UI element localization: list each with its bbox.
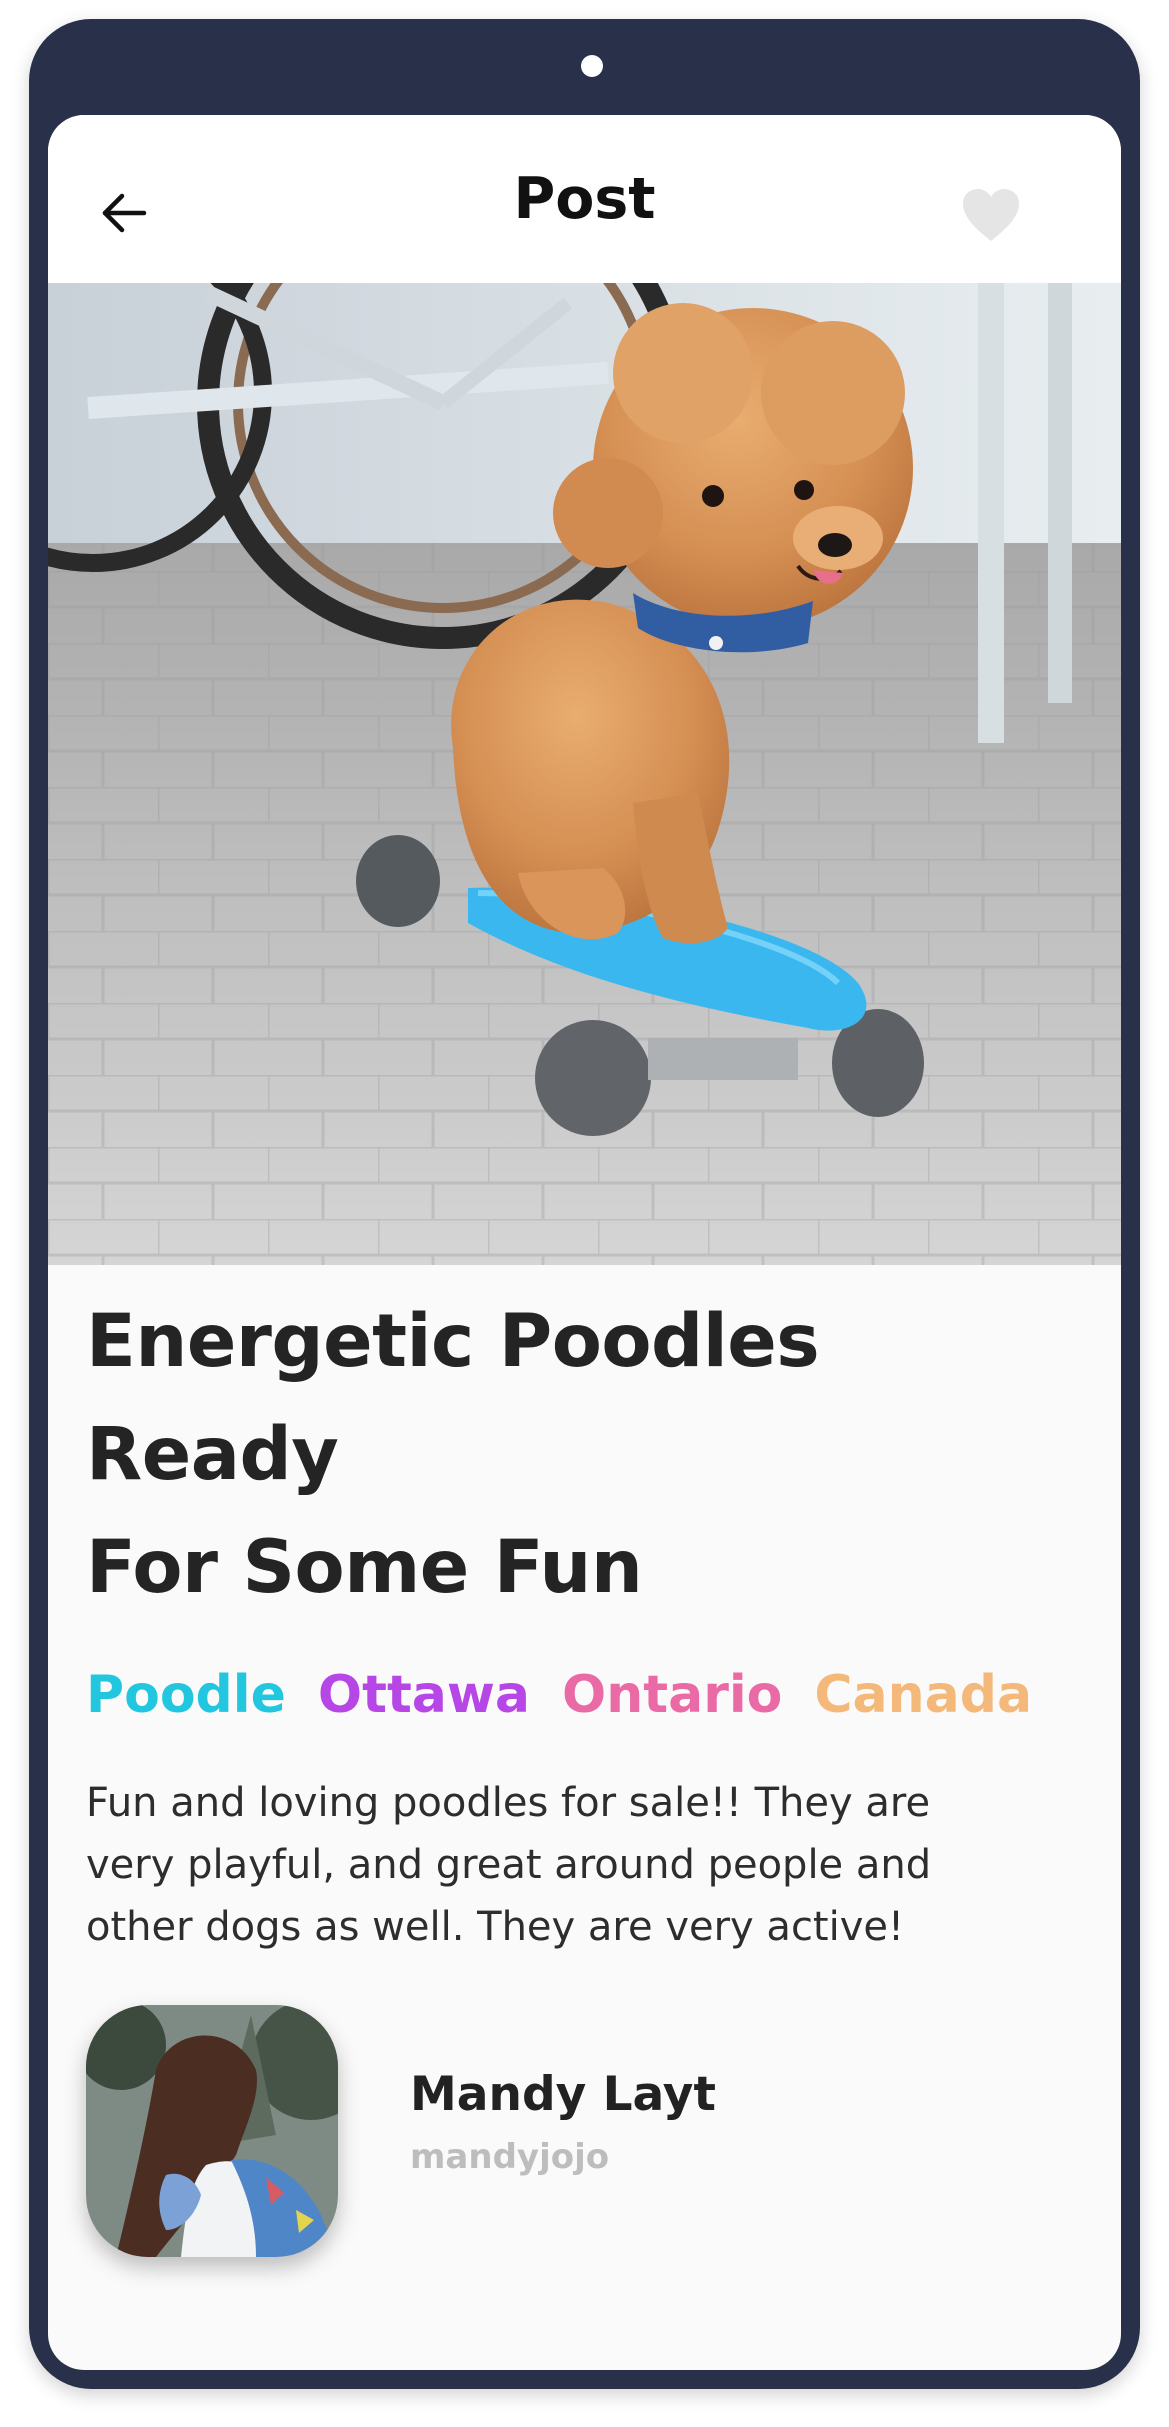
post-title-line-2: For Some Fun — [86, 1525, 643, 1610]
post-title-line-1: Energetic Poodles Ready — [86, 1299, 820, 1497]
post-photo — [48, 283, 1121, 1265]
tag-ontario[interactable]: Ontario — [562, 1660, 782, 1730]
post-title: Energetic Poodles Ready For Some Fun — [86, 1285, 1086, 1624]
tag-ottawa[interactable]: Ottawa — [318, 1660, 530, 1730]
camera-icon — [581, 55, 603, 77]
tag-list: Poodle Ottawa Ontario Canada — [86, 1660, 1086, 1730]
favorite-button[interactable] — [947, 171, 1035, 259]
description-line-1: Fun and loving poodles for sale!! They a… — [86, 1780, 931, 1826]
heart-icon — [962, 189, 1020, 241]
author-avatar-image — [86, 2005, 338, 2257]
app-screen: Post Energetic Poodles Ready For Some Fu… — [48, 115, 1121, 2370]
back-button[interactable] — [84, 173, 164, 253]
phone-frame: Post Energetic Poodles Ready For Some Fu… — [29, 19, 1140, 2389]
tag-canada[interactable]: Canada — [814, 1660, 1032, 1730]
avatar[interactable] — [86, 2005, 338, 2257]
arrow-left-icon — [102, 193, 147, 233]
post-description: Fun and loving poodles for sale!! They a… — [86, 1772, 1026, 1958]
description-line-2: very playful, and great around people an… — [86, 1842, 932, 1888]
description-line-3: other dogs as well. They are very active… — [86, 1904, 905, 1950]
author-card[interactable]: Mandy Layt mandyjojo — [86, 2005, 1086, 2265]
tag-poodle[interactable]: Poodle — [86, 1660, 286, 1730]
poodle-on-skateboard-photo — [48, 283, 1121, 1265]
author-name: Mandy Layt — [410, 2067, 716, 2122]
author-handle: mandyjojo — [410, 2137, 610, 2177]
top-app-bar: Post — [48, 115, 1121, 284]
post-content: Energetic Poodles Ready For Some Fun Poo… — [86, 1285, 1086, 1958]
